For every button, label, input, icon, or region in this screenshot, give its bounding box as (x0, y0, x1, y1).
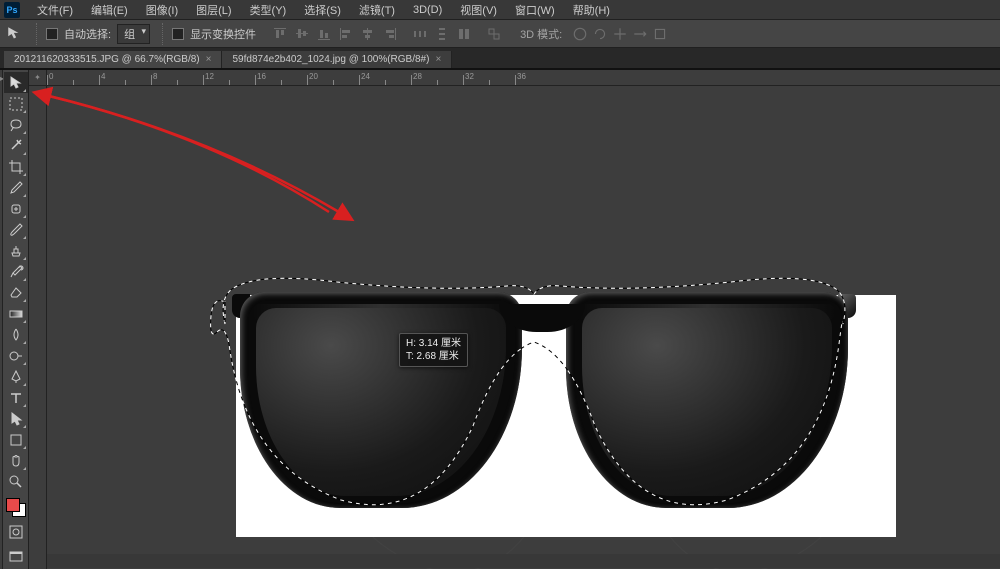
measurement-tooltip: H: 3.14 厘米 T: 2.68 厘米 (399, 333, 468, 367)
document-tab[interactable]: 59fd874e2b402_1024.jpg @ 100%(RGB/8#) × (222, 51, 452, 68)
d3-scale-icon[interactable] (652, 26, 668, 42)
document-tab[interactable]: 201211620333515.JPG @ 66.7%(RGB/8) × (4, 51, 222, 68)
menu-3d[interactable]: 3D(D) (404, 4, 451, 16)
color-swatch[interactable] (6, 498, 26, 517)
app-menubar: Ps 文件(F) 编辑(E) 图像(I) 图层(L) 类型(Y) 选择(S) 滤… (0, 0, 1000, 20)
eraser-tool[interactable] (4, 282, 28, 303)
menu-filter[interactable]: 滤镜(T) (350, 2, 404, 18)
horizontal-scrollbar[interactable] (47, 554, 1000, 568)
shape-tool[interactable] (4, 429, 28, 450)
close-icon[interactable]: × (206, 54, 212, 65)
tooltip-line: T: 2.68 厘米 (406, 350, 461, 363)
d3-slide-icon[interactable] (632, 26, 648, 42)
magic-wand-tool[interactable] (4, 135, 28, 156)
tab-label: 201211620333515.JPG @ 66.7%(RGB/8) (14, 54, 200, 65)
marquee-tool[interactable] (4, 93, 28, 114)
move-tool-icon (6, 25, 24, 43)
menu-file[interactable]: 文件(F) (28, 2, 82, 18)
hand-tool[interactable] (4, 450, 28, 471)
d3-mode-label: 3D 模式: (520, 26, 562, 42)
distribute-h-icon[interactable] (410, 24, 430, 44)
align-top-icon[interactable] (270, 24, 290, 44)
auto-align-icon[interactable] (484, 24, 504, 44)
auto-select-checkbox[interactable] (46, 28, 58, 40)
show-transform-label: 显示变换控件 (190, 26, 256, 42)
align-right-icon[interactable] (380, 24, 400, 44)
sunglasses-image (234, 288, 854, 513)
healing-brush-tool[interactable] (4, 198, 28, 219)
auto-select-label: 自动选择: (64, 26, 111, 42)
clone-stamp-tool[interactable] (4, 240, 28, 261)
align-button-group (270, 24, 504, 44)
ruler-horizontal[interactable]: 04812162024283236 (47, 70, 1000, 86)
separator-icon (33, 23, 37, 45)
menu-type[interactable]: 类型(Y) (241, 2, 296, 18)
document-tab-bar: 201211620333515.JPG @ 66.7%(RGB/8) × 59f… (0, 48, 1000, 70)
brush-tool[interactable] (4, 219, 28, 240)
pen-tool[interactable] (4, 366, 28, 387)
menu-image[interactable]: 图像(I) (137, 2, 187, 18)
dodge-tool[interactable] (4, 345, 28, 366)
d3-mode-icons (572, 26, 668, 42)
move-tool[interactable] (4, 72, 28, 93)
align-left-icon[interactable] (336, 24, 356, 44)
menu-view[interactable]: 视图(V) (451, 2, 506, 18)
ruler-origin-icon[interactable]: ✦ (29, 70, 47, 86)
d3-roll-icon[interactable] (592, 26, 608, 42)
show-transform-checkbox[interactable] (172, 28, 184, 40)
ps-logo-icon: Ps (4, 2, 20, 18)
menu-select[interactable]: 选择(S) (295, 2, 350, 18)
toolbox (3, 70, 29, 569)
menu-layer[interactable]: 图层(L) (187, 2, 240, 18)
tooltip-line: H: 3.14 厘米 (406, 337, 461, 350)
ruler-vertical[interactable] (29, 86, 47, 569)
close-icon[interactable]: × (435, 54, 441, 65)
type-tool[interactable] (4, 387, 28, 408)
options-bar: 自动选择: 组 显示变换控件 3D 模式: (0, 20, 1000, 48)
lasso-tool[interactable] (4, 114, 28, 135)
distribute-v-icon[interactable] (432, 24, 452, 44)
expand-arrow-icon[interactable]: ▸▸ (0, 74, 2, 83)
foreground-color-swatch[interactable] (6, 498, 20, 512)
crop-tool[interactable] (4, 156, 28, 177)
history-brush-tool[interactable] (4, 261, 28, 282)
main-area: ▸▸ ✦ 04812162024283236 (0, 70, 1000, 569)
zoom-tool[interactable] (4, 471, 28, 492)
separator-icon (159, 23, 163, 45)
gradient-tool[interactable] (4, 303, 28, 324)
distribute-spacing-icon[interactable] (454, 24, 474, 44)
quick-mask-button[interactable] (4, 521, 28, 542)
screen-mode-button[interactable] (4, 546, 28, 567)
canvas-area[interactable]: ✦ 04812162024283236 (29, 70, 1000, 569)
path-selection-tool[interactable] (4, 408, 28, 429)
menu-help[interactable]: 帮助(H) (564, 2, 619, 18)
align-bottom-icon[interactable] (314, 24, 334, 44)
eyedropper-tool[interactable] (4, 177, 28, 198)
menu-edit[interactable]: 编辑(E) (82, 2, 137, 18)
align-hcenter-icon[interactable] (358, 24, 378, 44)
auto-select-dropdown[interactable]: 组 (117, 24, 150, 44)
blur-tool[interactable] (4, 324, 28, 345)
tab-label: 59fd874e2b402_1024.jpg @ 100%(RGB/8#) (232, 54, 429, 65)
menu-window[interactable]: 窗口(W) (506, 2, 564, 18)
d3-pan-icon[interactable] (612, 26, 628, 42)
d3-orbit-icon[interactable] (572, 26, 588, 42)
align-vcenter-icon[interactable] (292, 24, 312, 44)
